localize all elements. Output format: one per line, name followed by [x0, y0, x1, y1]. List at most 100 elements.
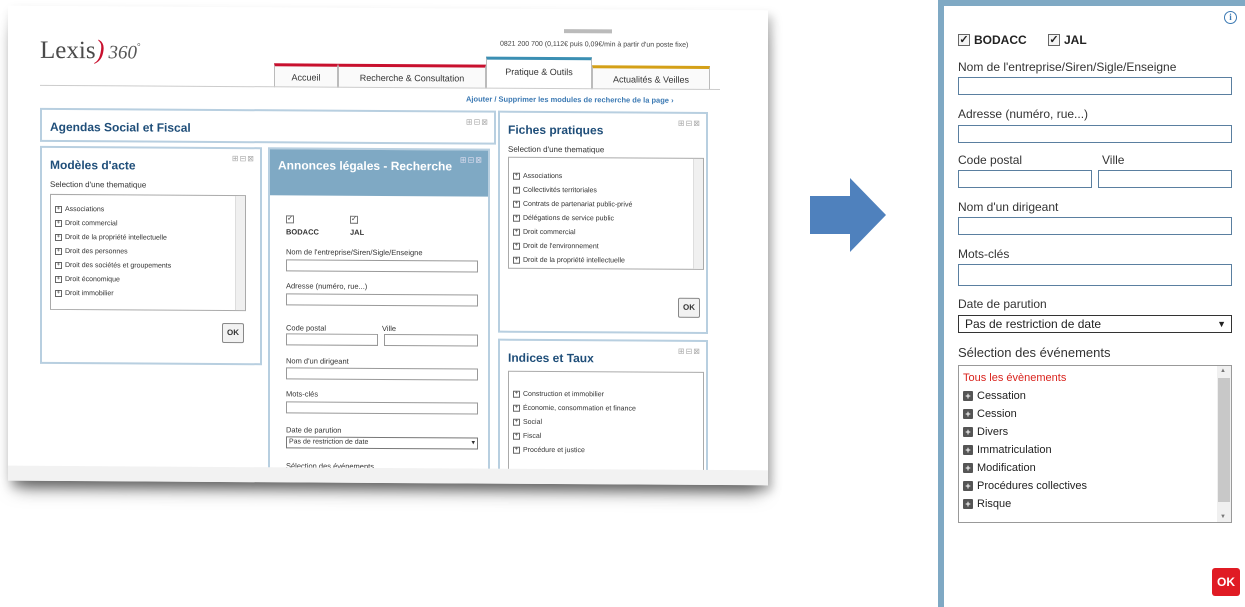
list-item[interactable]: + Construction et immobilier: [509, 388, 703, 403]
lexis-logo[interactable]: Lexis) 360°: [40, 34, 141, 66]
nom-input[interactable]: [286, 259, 478, 273]
list-item[interactable]: + Droit de la propriété intellectuelle: [51, 231, 245, 246]
list-item[interactable]: + Droit des sociétés et groupements: [51, 259, 245, 274]
list-item[interactable]: + Droit immobilier: [51, 287, 245, 302]
ville-input[interactable]: [384, 333, 478, 347]
dirigeant-input[interactable]: [958, 217, 1232, 235]
list-item[interactable]: + Droit commercial: [509, 226, 703, 241]
evenements-list[interactable]: Tous les évènements + Cessation + Cession …: [958, 365, 1232, 523]
event-item-procedures[interactable]: + Procédures collectives: [963, 480, 1087, 492]
fiches-ok-button[interactable]: OK: [678, 297, 700, 318]
bodacc-checkbox[interactable]: ✓: [958, 34, 970, 46]
code-postal-input[interactable]: [958, 170, 1092, 188]
website-screenshot: Lexis) 360° 0821 200 700 (0,112€ puis 0,0…: [8, 5, 768, 486]
plus-icon: +: [55, 233, 62, 241]
list-item[interactable]: + Associations: [51, 203, 245, 218]
adresse-label: Adresse (numéro, rue...): [958, 107, 1089, 121]
tab-accueil[interactable]: Accueil: [274, 63, 338, 88]
list-item[interactable]: + Associations: [509, 170, 703, 185]
cp-input[interactable]: [286, 333, 378, 346]
plus-icon: +: [513, 446, 520, 454]
plus-icon: +: [513, 172, 520, 180]
list-item[interactable]: + Contrats de partenariat public-privé: [509, 198, 703, 213]
date-select[interactable]: Pas de restriction de date ▾: [286, 436, 478, 450]
fiches-subtitle: Selection d'une thematique: [508, 144, 605, 155]
tab-actualites[interactable]: Actualités & Veilles: [592, 65, 710, 90]
scroll-down-icon[interactable]: ▼: [1220, 514, 1226, 520]
jal-checkbox[interactable]: ✓: [350, 215, 358, 224]
info-icon[interactable]: i: [1224, 11, 1237, 24]
ajouter-link[interactable]: Ajouter / Supprimer les modules de reche…: [466, 94, 674, 104]
panel-controls-icon[interactable]: ⊞⊟⊠: [466, 117, 489, 126]
list-item[interactable]: + Droit économique: [51, 273, 245, 288]
list-item[interactable]: + Droit des personnes: [51, 245, 245, 260]
nom-label: Nom de l'entreprise/Siren/Sigle/Enseigne: [286, 247, 423, 258]
plus-icon: +: [55, 289, 62, 297]
events-scrollbar[interactable]: ▲ ▼: [1217, 366, 1231, 522]
list-scrollbar[interactable]: [693, 158, 703, 269]
plus-icon: +: [963, 481, 973, 491]
modeles-ok-button[interactable]: OK: [222, 322, 244, 344]
fiches-title: Fiches pratiques: [508, 122, 604, 138]
list-item[interactable]: + Délégations de service public: [509, 212, 703, 227]
plus-icon: +: [513, 432, 520, 440]
panel-controls-icon[interactable]: ⊞⊟⊠: [678, 347, 701, 356]
tab-recherche[interactable]: Recherche & Consultation: [338, 63, 486, 89]
adresse-input[interactable]: [958, 125, 1232, 143]
nom-input[interactable]: [958, 77, 1232, 95]
event-item-modification[interactable]: + Modification: [963, 462, 1036, 474]
mots-cles-input[interactable]: [958, 264, 1232, 286]
date-parution-select[interactable]: Pas de restriction de date ▼: [958, 315, 1232, 333]
event-item-cessation[interactable]: + Cessation: [963, 390, 1026, 402]
event-item-risque[interactable]: + Risque: [963, 498, 1011, 510]
all-events-item[interactable]: Tous les évènements: [963, 372, 1066, 384]
event-item-cession[interactable]: + Cession: [963, 408, 1017, 420]
jal-checkbox[interactable]: ✓: [1048, 34, 1060, 46]
plus-icon: +: [513, 256, 520, 264]
date-label: Date de parution: [286, 425, 342, 435]
tab-pratique[interactable]: Pratique & Outils: [486, 56, 592, 90]
plus-icon: +: [963, 427, 973, 437]
chevron-down-icon: ▼: [1217, 319, 1226, 329]
page-footer-strip: [8, 465, 768, 486]
ok-button[interactable]: OK: [1212, 568, 1240, 596]
plus-icon: +: [513, 228, 520, 236]
fiches-list[interactable]: + Associations + Collectivités territorial…: [508, 156, 704, 270]
plus-icon: +: [513, 418, 520, 426]
list-item[interactable]: + Social: [509, 416, 703, 431]
indices-list[interactable]: + Construction et immobilier + Économie, c…: [508, 370, 704, 478]
list-item[interactable]: + Droit de la propriété intellectuelle: [509, 254, 703, 269]
list-item[interactable]: + Droit de l'environnement: [509, 240, 703, 255]
ville-label: Ville: [1102, 153, 1125, 167]
adresse-input[interactable]: [286, 293, 478, 307]
jal-checkbox-row[interactable]: ✓ JAL: [1048, 32, 1087, 48]
list-item[interactable]: + Droit commercial: [51, 217, 245, 232]
list-item[interactable]: + Fiscal: [509, 430, 703, 445]
event-item-divers[interactable]: + Divers: [963, 426, 1008, 438]
panel-controls-icon[interactable]: ⊞⊟⊠: [232, 154, 255, 163]
dirigeant-input[interactable]: [286, 367, 478, 381]
scrollbar-thumb[interactable]: [1218, 378, 1230, 502]
panel-controls-icon[interactable]: ⊞⊟⊠: [460, 155, 483, 164]
modeles-panel: Modèles d'acte ⊞⊟⊠ Selection d'une thema…: [40, 145, 262, 366]
nom-label: Nom de l'entreprise/Siren/Sigle/Enseigne: [958, 60, 1177, 74]
list-item[interactable]: + Économie, consommation et finance: [509, 402, 703, 417]
list-item[interactable]: + Collectivités territoriales: [509, 184, 703, 199]
mots-input[interactable]: [286, 401, 478, 415]
ville-input[interactable]: [1098, 170, 1232, 188]
list-scrollbar[interactable]: [235, 196, 245, 311]
jal-label: JAL: [1064, 33, 1087, 47]
list-item[interactable]: + Procédure et justice: [509, 444, 703, 459]
plus-icon: +: [963, 445, 973, 455]
scroll-up-icon[interactable]: ▲: [1220, 368, 1226, 374]
bodacc-checkbox-row[interactable]: ✓ BODACC: [958, 32, 1027, 48]
bodacc-checkbox[interactable]: ✓: [286, 215, 294, 224]
fiches-panel: Fiches pratiques ⊞⊟⊠ Selection d'une the…: [498, 110, 708, 334]
code-postal-label: Code postal: [958, 153, 1023, 167]
modeles-list[interactable]: + Associations + Droit commercial + Droit d…: [50, 193, 246, 312]
jal-label: JAL: [350, 227, 365, 237]
panel-controls-icon[interactable]: ⊞⊟⊠: [678, 119, 701, 128]
event-item-immatriculation[interactable]: + Immatriculation: [963, 444, 1052, 456]
plus-icon: +: [513, 242, 520, 250]
cp-label: Code postal: [286, 323, 327, 333]
